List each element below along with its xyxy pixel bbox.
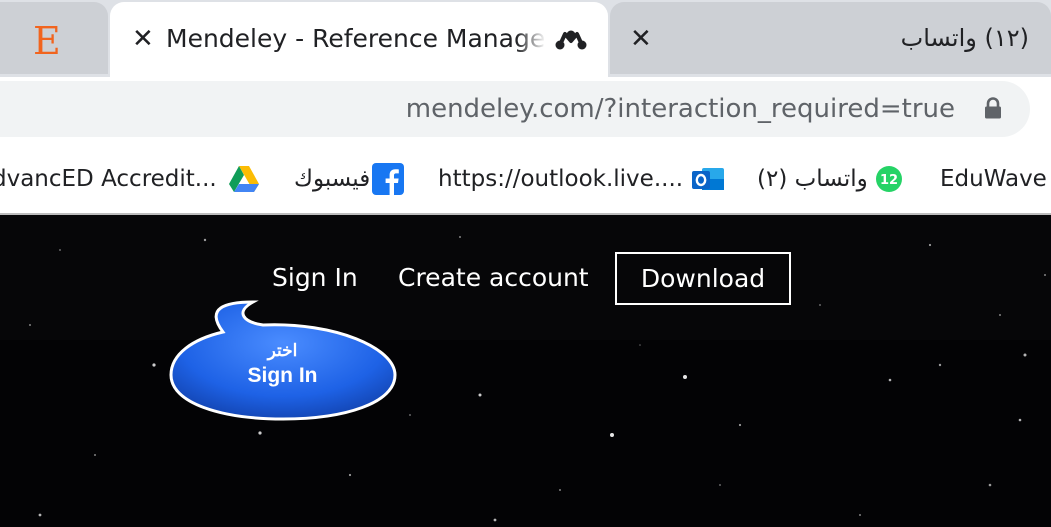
mendeley-icon [555,30,587,50]
tab-etsy[interactable]: E [0,2,108,74]
google-drive-icon[interactable] [228,163,260,195]
bookmark-advanced[interactable]: dvancED Accredit... [0,165,217,193]
close-tab-button[interactable]: ✕ [630,26,652,52]
callout-arabic-label: اختر [267,341,298,360]
bookmark-outlook[interactable]: https://outlook.live.... [438,165,683,193]
tab-strip: E ✕ Mendeley - Reference Managem ✕ (١٢) … [0,0,1051,79]
sign-in-link[interactable]: Sign In [272,263,358,292]
bookmarks-bar: dvancED Accredit... فيسبوك https://outlo… [0,143,1051,215]
tab-title: (١٢) واتساب [900,24,1029,52]
tab-mendeley[interactable]: ✕ Mendeley - Reference Managem [110,2,608,79]
bookmark-whatsapp[interactable]: (٢) واتساب [757,165,868,193]
bookmark-eduwave[interactable]: EduWave [940,165,1047,193]
etsy-icon: E [33,19,61,63]
close-tab-button[interactable]: ✕ [132,26,154,52]
mendeley-page: Sign In Create account Download [0,215,1051,527]
callout-english-label: Sign In [247,364,318,387]
whatsapp-badge-icon[interactable]: 12 [875,165,903,193]
outlook-icon[interactable] [692,163,724,195]
lock-icon[interactable] [984,97,1002,119]
create-account-link[interactable]: Create account [398,263,589,292]
callout-text: اختر Sign In [170,340,395,390]
facebook-icon[interactable] [372,163,404,195]
bookmark-facebook[interactable]: فيسبوك [294,165,370,193]
toolbar: mendeley.com/?interaction_required=true [0,77,1051,143]
download-button[interactable]: Download [615,252,791,305]
tab-whatsapp[interactable]: ✕ (١٢) واتساب [610,2,1051,74]
whatsapp-badge-count: 12 [880,173,898,188]
starfield-background [29,236,1046,522]
url-text[interactable]: mendeley.com/?interaction_required=true [406,94,955,124]
tab-title: Mendeley - Reference Managem [166,24,546,53]
address-bar[interactable]: mendeley.com/?interaction_required=true [0,81,1030,137]
